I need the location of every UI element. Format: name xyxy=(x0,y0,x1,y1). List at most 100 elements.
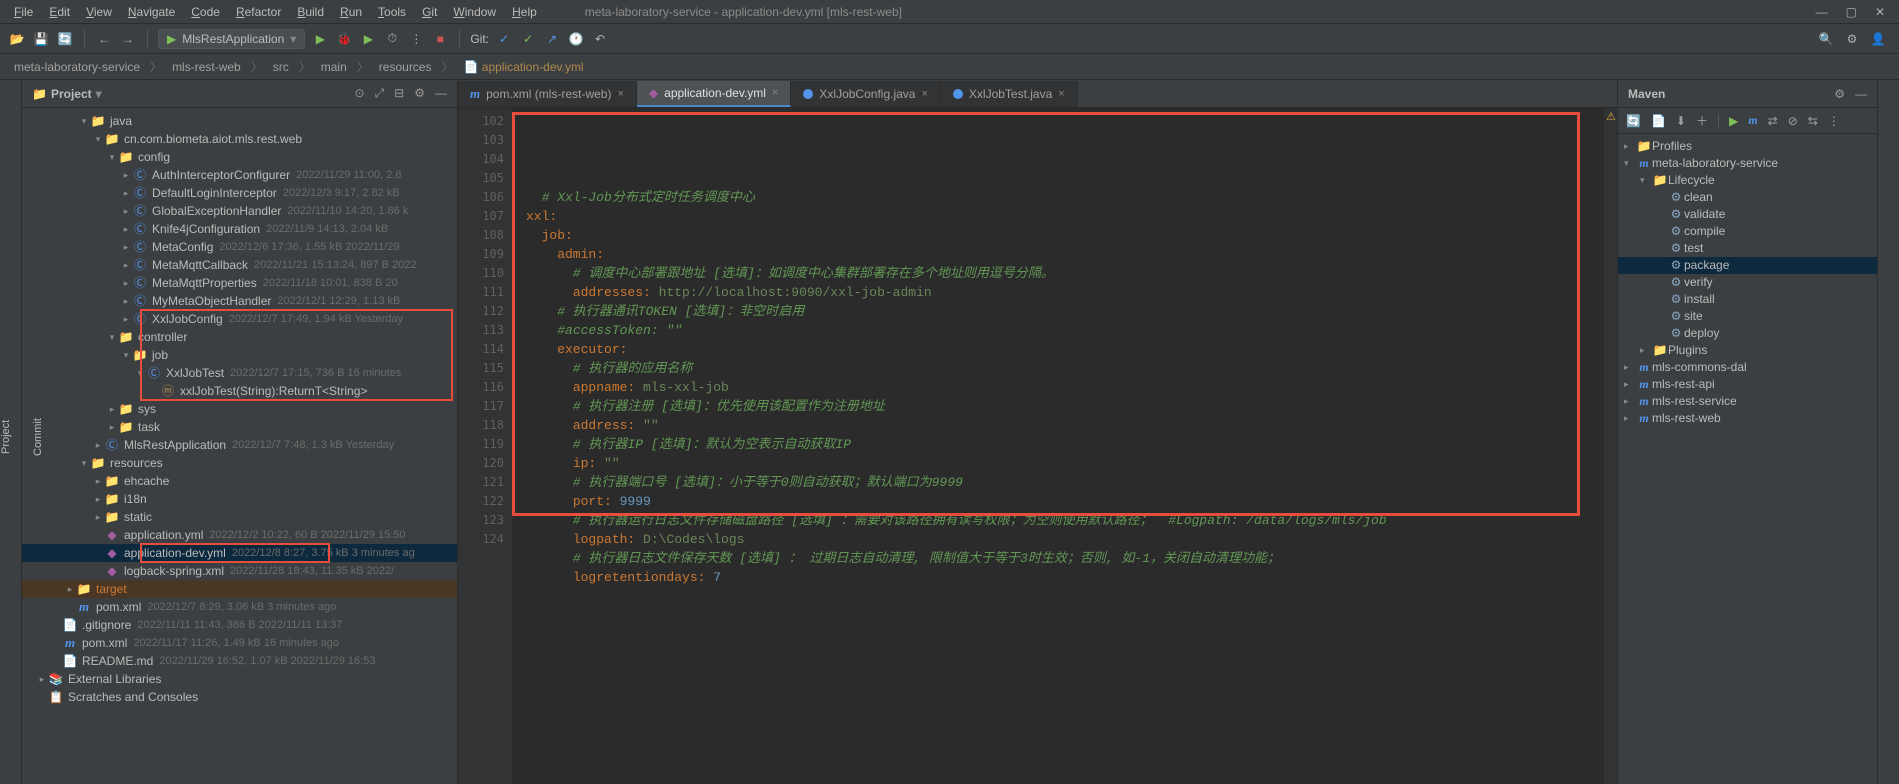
tree-item[interactable]: ▾📁java xyxy=(22,112,457,130)
panel-settings-icon[interactable]: ⚙ xyxy=(414,86,425,101)
menu-run[interactable]: Run xyxy=(332,3,370,21)
maven-hide-icon[interactable]: — xyxy=(1855,87,1867,101)
tree-item[interactable]: ▸📁ehcache xyxy=(22,472,457,490)
menu-code[interactable]: Code xyxy=(183,3,228,21)
tree-item[interactable]: ▸ⒸAuthInterceptorConfigurer2022/11/29 11… xyxy=(22,166,457,184)
tree-item[interactable]: ▸📚External Libraries xyxy=(22,670,457,688)
maven-skip-tests-icon[interactable]: ⊘ xyxy=(1788,114,1798,128)
breadcrumb-item[interactable]: main xyxy=(315,58,353,76)
run-icon[interactable]: ▶ xyxy=(311,30,329,48)
code-content[interactable]: # Xxl-Job分布式定时任务调度中心xxl: job: admin: # 调… xyxy=(512,108,1603,784)
maven-tree-item[interactable]: ▸m mls-commons-dal xyxy=(1618,359,1877,376)
tree-item[interactable]: ▸ⒸDefaultLoginInterceptor2022/12/3 9:17,… xyxy=(22,184,457,202)
menu-navigate[interactable]: Navigate xyxy=(120,3,183,21)
forward-icon[interactable]: → xyxy=(119,30,137,48)
maven-reload-icon[interactable]: 🔄 xyxy=(1626,114,1641,128)
git-push-icon[interactable]: ↗ xyxy=(543,30,561,48)
tree-item[interactable]: ⓜxxlJobTest(String):ReturnT<String> xyxy=(22,382,457,400)
save-icon[interactable]: 💾 xyxy=(32,30,50,48)
tab-close-icon[interactable]: × xyxy=(921,88,927,100)
breadcrumb-item[interactable]: mls-rest-web xyxy=(166,58,247,76)
git-commit-icon[interactable]: ✓ xyxy=(519,30,537,48)
maven-tree-item[interactable]: ▸📁 Profiles xyxy=(1618,138,1877,155)
expand-icon[interactable]: ⤢ xyxy=(375,86,385,101)
profile-icon[interactable]: ⏱ xyxy=(383,30,401,48)
tree-item[interactable]: 📄.gitignore2022/11/11 11:43, 386 B 2022/… xyxy=(22,616,457,634)
git-history-icon[interactable]: 🕐 xyxy=(567,30,585,48)
code-editor[interactable]: 1021031041051061071081091101111121131141… xyxy=(458,108,1617,784)
tree-item[interactable]: mpom.xml2022/11/17 11:26, 1.49 kB 16 min… xyxy=(22,634,457,652)
tree-item[interactable]: ▸ⒸMyMetaObjectHandler2022/12/1 12:29, 1.… xyxy=(22,292,457,310)
maven-tree-item[interactable]: ⚙ test xyxy=(1618,240,1877,257)
open-icon[interactable]: 📂 xyxy=(8,30,26,48)
maven-tree-item[interactable]: ⚙ clean xyxy=(1618,189,1877,206)
tree-item[interactable]: ◆logback-spring.xml2022/11/28 18:43, 11.… xyxy=(22,562,457,580)
tree-item[interactable]: ▾📁job xyxy=(22,346,457,364)
maven-tree-item[interactable]: ▸m mls-rest-service xyxy=(1618,393,1877,410)
tree-item[interactable]: ▾ⒸXxlJobTest2022/12/7 17:15, 736 B 16 mi… xyxy=(22,364,457,382)
more-run-icon[interactable]: ⋮ xyxy=(407,30,425,48)
maven-tree-item[interactable]: ⚙ package xyxy=(1618,257,1877,274)
run-config-selector[interactable]: ▶ MlsRestApplication ▾ xyxy=(158,29,305,49)
tree-item[interactable]: 📄README.md2022/11/29 16:52, 1.07 kB 2022… xyxy=(22,652,457,670)
tree-item[interactable]: ▸ⒸMlsRestApplication2022/12/7 7:48, 1.3 … xyxy=(22,436,457,454)
tree-item[interactable]: 📋Scratches and Consoles xyxy=(22,688,457,706)
maven-offline-icon[interactable]: ⇆ xyxy=(1808,114,1818,128)
maven-more-icon[interactable]: ⋮ xyxy=(1828,114,1840,128)
maven-tree-item[interactable]: ⚙ site xyxy=(1618,308,1877,325)
maven-tree-item[interactable]: ⚙ install xyxy=(1618,291,1877,308)
tree-item[interactable]: ▸ⒸMetaMqttCallback2022/11/21 15:13:24, 8… xyxy=(22,256,457,274)
stop-icon[interactable]: ■ xyxy=(431,30,449,48)
maven-tree-item[interactable]: ▸📁 Plugins xyxy=(1618,342,1877,359)
tree-item[interactable]: ▾📁cn.com.biometa.aiot.mls.rest.web xyxy=(22,130,457,148)
maven-tree-item[interactable]: ▸m mls-rest-api xyxy=(1618,376,1877,393)
tree-item[interactable]: ▸📁target xyxy=(22,580,457,598)
tree-item[interactable]: ▾📁controller xyxy=(22,328,457,346)
git-revert-icon[interactable]: ↶ xyxy=(591,30,609,48)
menu-help[interactable]: Help xyxy=(504,3,545,21)
close-icon[interactable]: ✕ xyxy=(1875,5,1885,19)
project-tree[interactable]: ▾📁java▾📁cn.com.biometa.aiot.mls.rest.web… xyxy=(22,108,457,784)
maven-tree[interactable]: ▸📁 Profiles▾m meta-laboratory-service▾📁 … xyxy=(1618,134,1877,784)
tree-item[interactable]: ▸ⒸMetaMqttProperties2022/11/18 10:01, 83… xyxy=(22,274,457,292)
debug-icon[interactable]: 🐞 xyxy=(335,30,353,48)
maximize-icon[interactable]: ▢ xyxy=(1846,5,1857,19)
tree-item[interactable]: ▸📁static xyxy=(22,508,457,526)
menu-tools[interactable]: Tools xyxy=(370,3,414,21)
tree-item[interactable]: ◆application-dev.yml2022/12/8 8:27, 3.75… xyxy=(22,544,457,562)
editor-tab[interactable]: ◆application-dev.yml× xyxy=(637,81,792,107)
maven-tree-item[interactable]: ⚙ validate xyxy=(1618,206,1877,223)
tree-item[interactable]: ▸ⒸXxlJobConfig2022/12/7 17:49, 1.94 kB Y… xyxy=(22,310,457,328)
back-icon[interactable]: ← xyxy=(95,30,113,48)
menu-build[interactable]: Build xyxy=(289,3,332,21)
hide-panel-icon[interactable]: — xyxy=(435,86,447,101)
tree-item[interactable]: ◆application.yml2022/12/2 10:22, 60 B 20… xyxy=(22,526,457,544)
editor-tab[interactable]: XxlJobTest.java× xyxy=(941,81,1078,107)
tree-item[interactable]: ▸ⒸGlobalExceptionHandler2022/11/10 14:20… xyxy=(22,202,457,220)
gutter-project[interactable]: Project xyxy=(0,90,12,784)
menu-edit[interactable]: Edit xyxy=(41,3,78,21)
maven-tree-item[interactable]: ⚙ verify xyxy=(1618,274,1877,291)
maven-tree-item[interactable]: ⚙ deploy xyxy=(1618,325,1877,342)
search-icon[interactable]: 🔍 xyxy=(1817,30,1835,48)
warning-icon[interactable]: ⚠ xyxy=(1604,108,1617,123)
breadcrumb-item[interactable]: resources xyxy=(373,58,438,76)
maven-add-icon[interactable]: ＋ xyxy=(1696,112,1708,129)
editor-tab[interactable]: mpom.xml (mls-rest-web)× xyxy=(458,81,637,107)
menu-git[interactable]: Git xyxy=(414,3,445,21)
collapse-icon[interactable]: ⊟ xyxy=(394,86,404,101)
avatar-icon[interactable]: 👤 xyxy=(1869,30,1887,48)
maven-execute-icon[interactable]: m xyxy=(1748,113,1757,128)
tree-item[interactable]: ▸ⒸKnife4jConfiguration2022/11/9 14:13, 2… xyxy=(22,220,457,238)
menu-view[interactable]: View xyxy=(78,3,120,21)
menu-file[interactable]: File xyxy=(6,3,41,21)
minimize-icon[interactable]: — xyxy=(1816,5,1828,19)
tree-item[interactable]: ▾📁resources xyxy=(22,454,457,472)
maven-generate-icon[interactable]: 📄 xyxy=(1651,114,1666,128)
git-update-icon[interactable]: ✓ xyxy=(495,30,513,48)
maven-tree-item[interactable]: ▸m mls-rest-web xyxy=(1618,410,1877,427)
tree-item[interactable]: ▾📁config xyxy=(22,148,457,166)
tab-close-icon[interactable]: × xyxy=(772,87,778,99)
breadcrumb-item[interactable]: 📄 application-dev.yml xyxy=(458,58,590,76)
menu-window[interactable]: Window xyxy=(445,3,504,21)
